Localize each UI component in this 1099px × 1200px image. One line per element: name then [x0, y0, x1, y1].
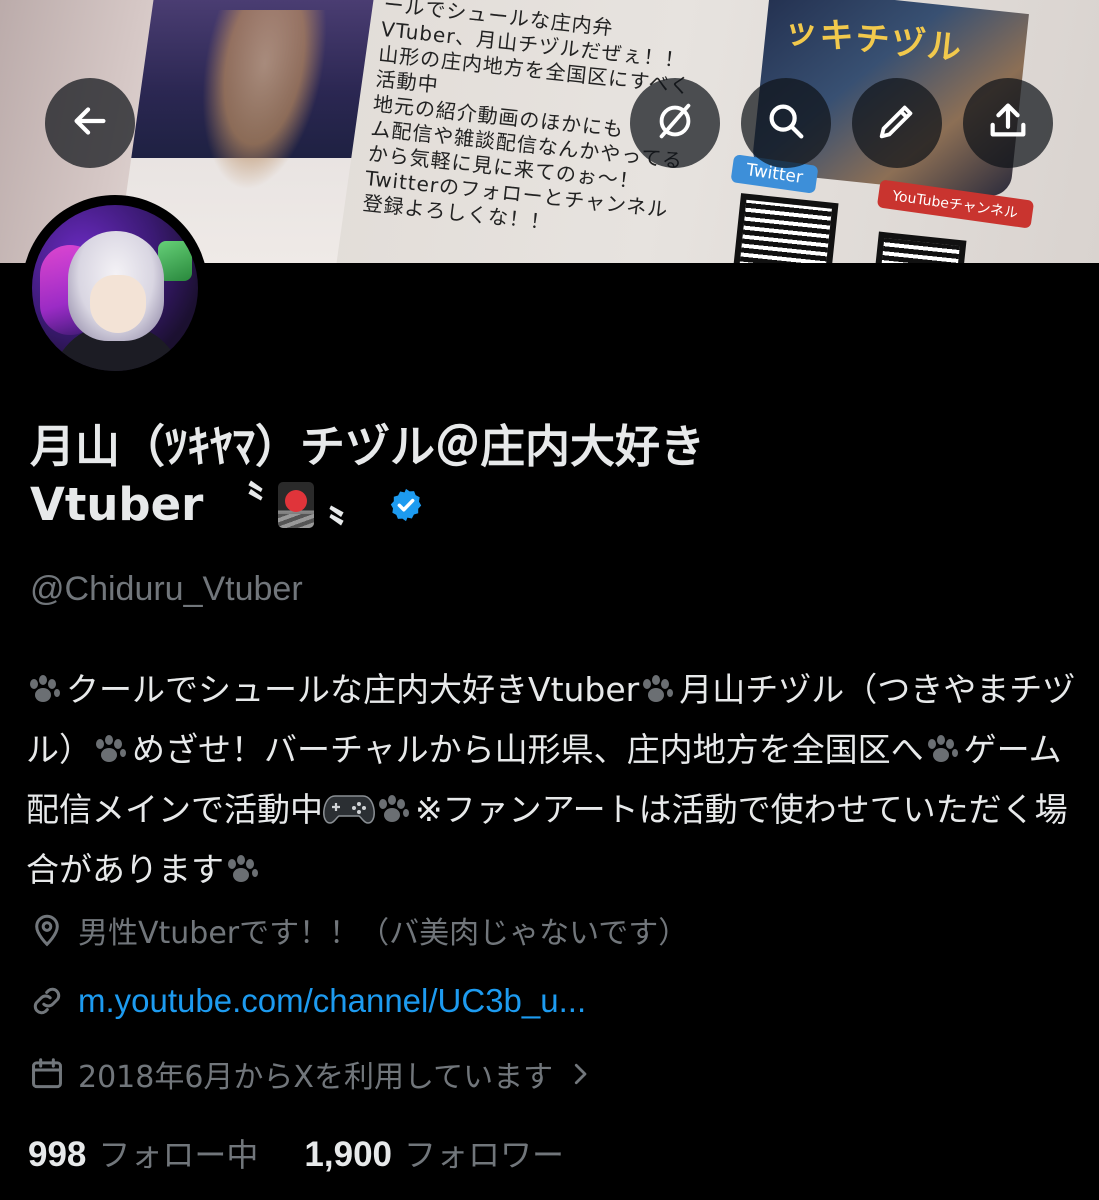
display-name-prefix: Vtuber 〝: [30, 478, 264, 531]
profile-page: ールでシュールな庄内弁 VTuber、月山チヅルだぜぇ！！ 山形の庄内地方を全国区に…: [0, 0, 1099, 1200]
calendar-icon: [28, 1055, 66, 1093]
user-handle: @Chiduru_Vtuber: [30, 570, 303, 608]
bio-segment: クールでシュールな庄内大好きVtuber: [66, 670, 640, 709]
link-icon: [28, 982, 66, 1020]
display-name-suffix: 〟: [327, 478, 373, 531]
following-label[interactable]: フォロー中: [98, 1130, 258, 1176]
grok-button[interactable]: [630, 78, 720, 168]
join-date-text: 2018年6月からXを利用しています: [78, 1060, 554, 1095]
avatar[interactable]: [22, 195, 208, 381]
search-icon: [763, 98, 809, 148]
followers-count[interactable]: 1,900: [304, 1135, 392, 1175]
share-icon: [985, 98, 1031, 148]
profile-link[interactable]: m.youtube.com/channel/UC3b_u...: [28, 982, 586, 1020]
followers-label[interactable]: フォロワー: [404, 1130, 564, 1176]
share-button[interactable]: [963, 78, 1053, 168]
chevron-right-icon: [565, 1059, 595, 1089]
paw-print-icon: [92, 734, 132, 764]
location-pin-icon: [28, 911, 66, 949]
back-arrow-icon: [67, 98, 113, 148]
paw-print-icon: [639, 674, 679, 704]
join-date[interactable]: 2018年6月からXを利用しています: [28, 1052, 595, 1096]
location-text: 男性Vtuberです！！（バ美肉じゃないです）: [78, 916, 689, 951]
display-name: 月山（ﾂｷﾔﾏ）チヅル＠庄内大好き Vtuber 〝 〟: [30, 418, 1080, 534]
profile-url-link[interactable]: m.youtube.com/channel/UC3b_u...: [78, 982, 586, 1020]
bio-segment: めざせ！バーチャルから山形県、庄内地方を全国区へ: [132, 730, 924, 769]
following-count[interactable]: 998: [28, 1135, 86, 1175]
avatar-image: [32, 205, 198, 371]
banner-brand-text: ッキチヅル: [781, 10, 965, 70]
paw-print-icon: [224, 854, 264, 884]
pencil-icon: [874, 98, 920, 148]
banner-qr-code: [731, 193, 839, 263]
search-button[interactable]: [741, 78, 831, 168]
follow-stats: 998 フォロー中 1,900 フォロワー: [28, 1130, 564, 1176]
paw-print-icon: [375, 794, 415, 824]
gamepad-icon: [323, 791, 375, 825]
profile-location: 男性Vtuberです！！（バ美肉じゃないです）: [28, 908, 688, 952]
grok-icon: [652, 98, 698, 148]
hanafuda-emoji-icon: [277, 482, 314, 528]
back-button[interactable]: [45, 78, 135, 168]
banner-qr-code: [873, 231, 967, 263]
paw-print-icon: [26, 674, 66, 704]
paw-print-icon: [924, 734, 964, 764]
display-name-line1: 月山（ﾂｷﾔﾏ）チヅル＠庄内大好き: [30, 420, 706, 473]
profile-bio: クールでシュールな庄内大好きVtuber 月山チヅル（つきやまチヅル） めざせ！バー…: [26, 660, 1076, 900]
edit-button[interactable]: [852, 78, 942, 168]
verified-badge-icon[interactable]: [387, 486, 425, 524]
display-name-line2: Vtuber 〝 〟: [30, 476, 1080, 534]
